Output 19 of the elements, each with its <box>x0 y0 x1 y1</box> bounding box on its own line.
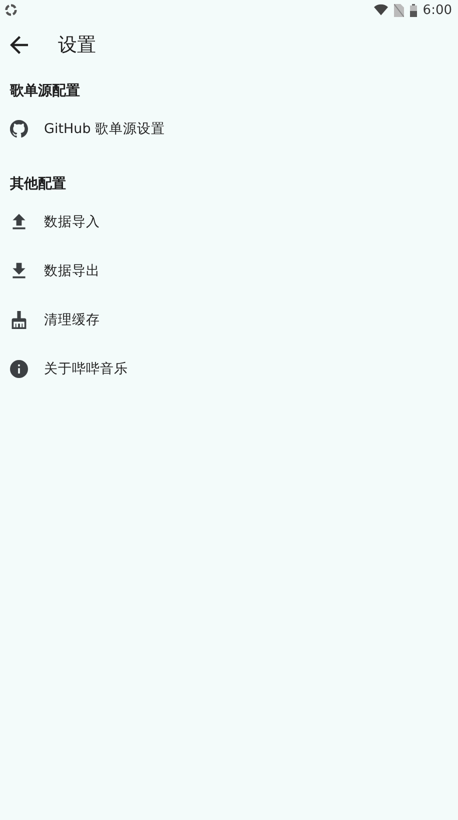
wifi-icon <box>374 4 388 16</box>
settings-item[interactable]: 清理缓存 <box>44 310 100 328</box>
clock-time: 6:00 <box>422 2 452 18</box>
upload-icon <box>10 212 28 230</box>
app-notification-icon <box>4 3 18 17</box>
section-header: 其他配置 <box>9 175 67 194</box>
github-icon <box>10 120 28 138</box>
settings-item[interactable]: 关于哔哔音乐 <box>44 360 128 378</box>
back-icon[interactable] <box>10 36 28 54</box>
download-icon <box>10 262 28 280</box>
settings-item[interactable]: GitHub 歌单源设置 <box>44 120 166 138</box>
section-header: 歌单源配置 <box>8 82 81 101</box>
settings-item[interactable]: 数据导出 <box>44 262 100 280</box>
broom-icon <box>10 310 28 328</box>
page-title: 设置 <box>58 33 96 58</box>
no-sim-icon <box>394 4 404 16</box>
settings-item[interactable]: 数据导入 <box>44 212 100 230</box>
battery-icon <box>410 4 417 16</box>
info-icon <box>10 360 28 378</box>
